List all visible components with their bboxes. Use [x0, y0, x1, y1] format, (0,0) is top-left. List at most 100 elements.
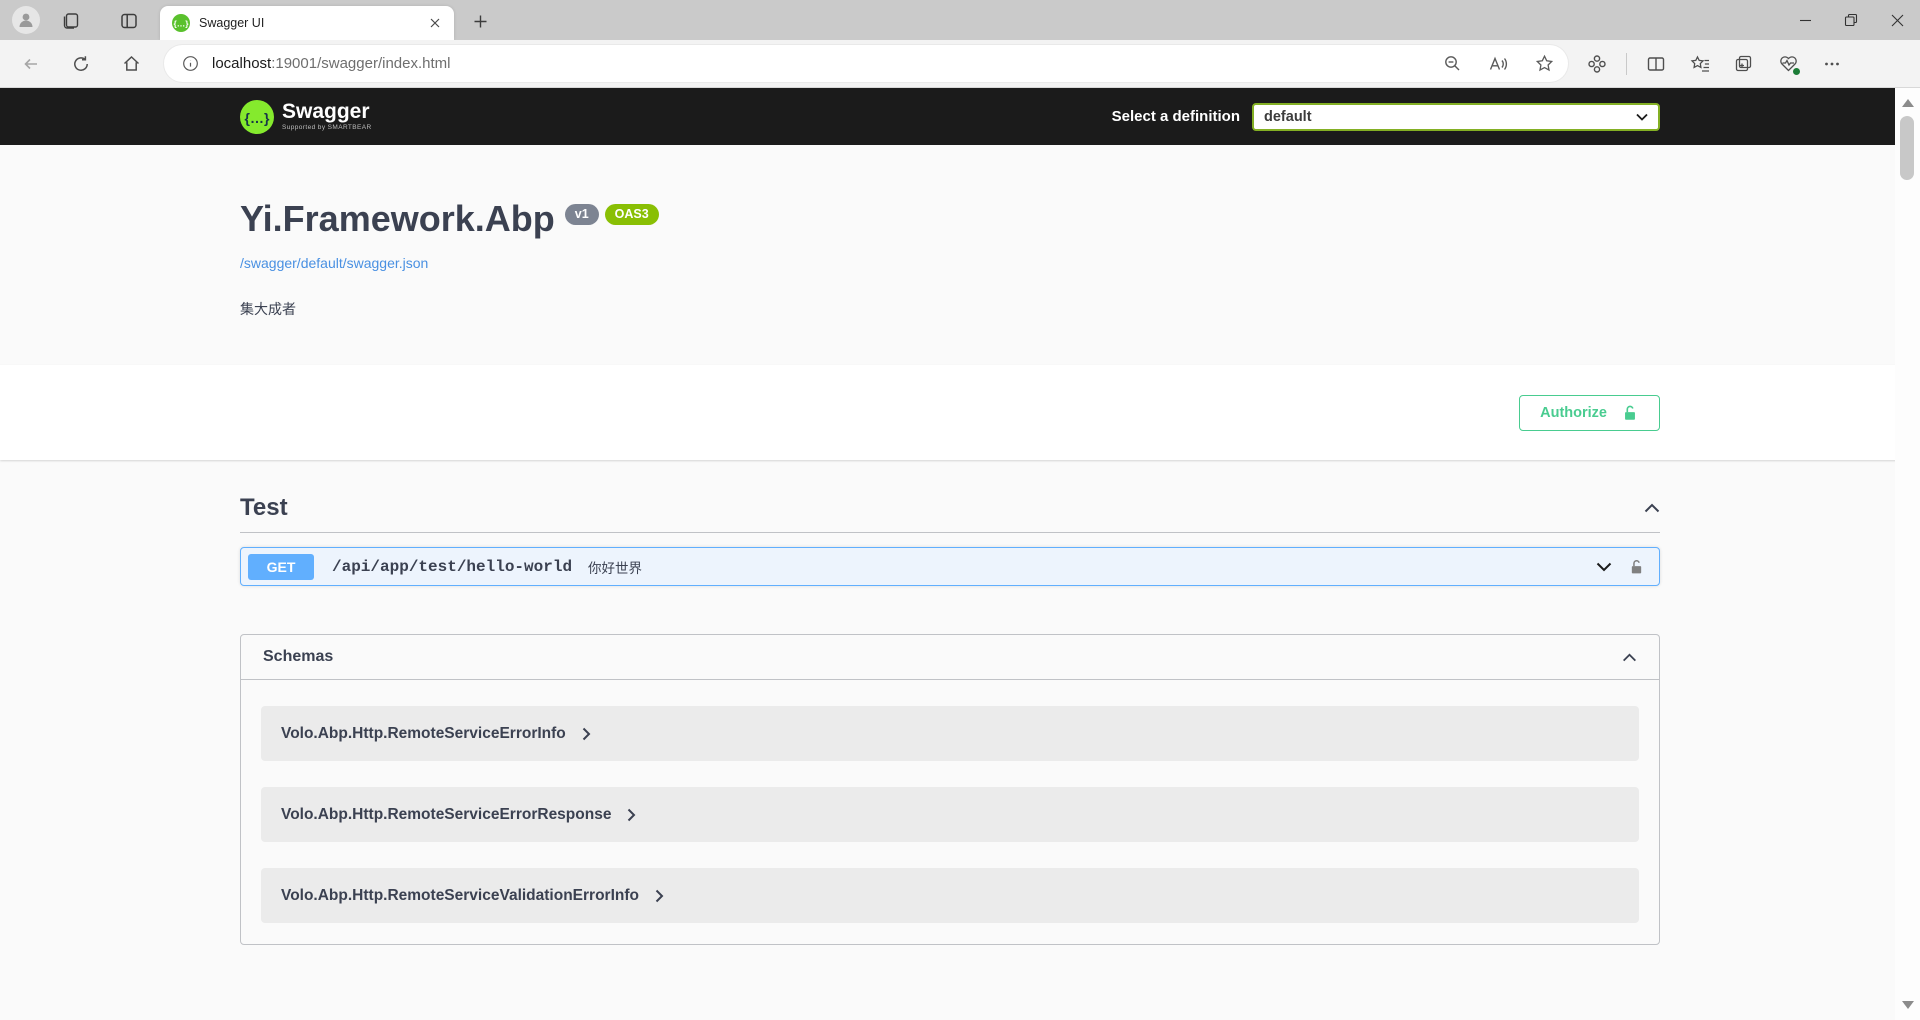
zoom-out-magnifier-icon — [1443, 54, 1462, 73]
site-info-button[interactable] — [178, 52, 202, 76]
window-controls — [1782, 0, 1920, 40]
operation-summary: 你好世界 — [588, 557, 642, 577]
definition-select-label: Select a definition — [1112, 108, 1240, 125]
url-host: localhost — [212, 55, 271, 72]
version-badge: v1 — [565, 204, 599, 225]
toolbar-divider — [1626, 53, 1627, 75]
scrollbar-down-button[interactable] — [1895, 994, 1920, 1016]
back-button[interactable] — [14, 47, 48, 81]
api-title-text: Yi.Framework.Abp — [240, 198, 555, 239]
schemas-section: Schemas Volo.Abp.Http.RemoteServiceError… — [240, 634, 1660, 945]
model-row-remote-service-validation-error-info[interactable]: Volo.Abp.Http.RemoteServiceValidationErr… — [261, 868, 1639, 923]
definition-select[interactable]: default — [1252, 103, 1660, 131]
model-row-remote-service-error-info[interactable]: Volo.Abp.Http.RemoteServiceErrorInfo — [261, 706, 1639, 761]
plus-icon — [473, 14, 488, 29]
swagger-logo[interactable]: {…} Swagger Supported by SMARTBEAR — [240, 100, 372, 134]
browser-essentials-button[interactable] — [1773, 49, 1803, 79]
read-aloud-icon — [1488, 55, 1508, 73]
close-icon — [1891, 14, 1904, 27]
page-title: Yi.Framework.Abp v1 OAS3 — [240, 197, 1660, 241]
model-name: Volo.Abp.Http.RemoteServiceErrorInfo — [281, 725, 566, 743]
extensions-icon — [1587, 54, 1607, 74]
swagger-logo-icon: {…} — [240, 100, 274, 134]
scrollbar-thumb[interactable] — [1900, 116, 1914, 180]
more-menu-button[interactable] — [1817, 49, 1847, 79]
chevron-up-icon[interactable] — [1622, 653, 1637, 662]
split-screen-button[interactable] — [1641, 49, 1671, 79]
model-name: Volo.Abp.Http.RemoteServiceErrorResponse — [281, 806, 611, 824]
favorites-button[interactable] — [1685, 49, 1715, 79]
chevron-up-icon[interactable] — [1644, 503, 1660, 513]
triangle-down-icon — [1902, 1001, 1914, 1009]
lock-open-icon[interactable] — [1628, 558, 1645, 576]
swagger-topbar: {…} Swagger Supported by SMARTBEAR Selec… — [0, 88, 1920, 145]
tab-actions-button[interactable] — [118, 10, 140, 32]
svg-text:{…}: {…} — [173, 19, 189, 29]
spec-link[interactable]: /swagger/default/swagger.json — [240, 255, 428, 271]
split-screen-icon — [1646, 54, 1666, 74]
tag-title: Test — [240, 494, 288, 522]
minimize-icon — [1799, 14, 1812, 27]
collections-button[interactable] — [1729, 49, 1759, 79]
triangle-up-icon — [1902, 99, 1914, 107]
chevron-right-icon — [627, 808, 636, 822]
toolbar-right-icons — [1568, 49, 1847, 79]
back-arrow-icon — [22, 55, 40, 73]
page-content: {…} Swagger Supported by SMARTBEAR Selec… — [0, 88, 1920, 1020]
favorites-star-list-icon — [1690, 54, 1711, 74]
refresh-icon — [72, 55, 90, 73]
more-dots-icon — [1823, 55, 1841, 73]
tag-section-test[interactable]: Test — [240, 494, 1660, 533]
swagger-logo-subtext: Supported by SMARTBEAR — [282, 124, 372, 131]
info-section: Yi.Framework.Abp v1 OAS3 /swagger/default/… — [0, 145, 1920, 365]
restore-button[interactable] — [1828, 0, 1874, 40]
swagger-wordmark: Swagger — [282, 102, 372, 122]
swagger-favicon-icon: {…} — [172, 14, 190, 32]
chevron-down-icon[interactable] — [1596, 562, 1612, 572]
oas3-badge: OAS3 — [605, 204, 659, 225]
home-button[interactable] — [114, 47, 148, 81]
browser-tab[interactable]: {…} Swagger UI — [160, 6, 454, 40]
tab-title: Swagger UI — [199, 16, 426, 30]
zoom-indicator-button[interactable] — [1438, 50, 1466, 78]
address-bar[interactable]: localhost:19001/swagger/index.html — [164, 45, 1568, 82]
operation-path: /api/app/test/hello-world — [332, 558, 572, 576]
essentials-status-badge — [1792, 67, 1801, 76]
refresh-button[interactable] — [64, 47, 98, 81]
model-name: Volo.Abp.Http.RemoteServiceValidationErr… — [281, 887, 639, 905]
tab-close-button[interactable] — [426, 14, 444, 32]
home-icon — [122, 54, 141, 73]
workspaces-button[interactable] — [60, 10, 82, 32]
favorite-star-button[interactable] — [1530, 50, 1558, 78]
chevron-right-icon — [582, 727, 591, 741]
extensions-button[interactable] — [1582, 49, 1612, 79]
new-tab-button[interactable] — [468, 9, 492, 33]
scrollbar-up-button[interactable] — [1895, 92, 1920, 114]
authorize-label: Authorize — [1540, 405, 1607, 421]
person-icon — [17, 11, 35, 29]
authorize-button[interactable]: Authorize — [1519, 395, 1660, 431]
schemas-header[interactable]: Schemas — [241, 635, 1659, 680]
chevron-right-icon — [655, 889, 664, 903]
chevron-down-icon — [1636, 113, 1648, 121]
collections-icon — [1734, 54, 1754, 74]
http-method-badge: GET — [248, 554, 314, 580]
operations-area: Test GET /api/app/test/hello-world 你好世界 — [240, 494, 1660, 945]
read-aloud-button[interactable] — [1484, 50, 1512, 78]
api-description: 集大成者 — [240, 299, 1660, 319]
browser-tab-strip: {…} Swagger UI — [0, 0, 1920, 40]
opblock-get-hello-world[interactable]: GET /api/app/test/hello-world 你好世界 — [240, 547, 1660, 586]
profile-button[interactable] — [12, 6, 40, 34]
selected-definition: default — [1264, 109, 1636, 125]
url-text: localhost:19001/swagger/index.html — [212, 55, 1420, 72]
close-window-button[interactable] — [1874, 0, 1920, 40]
svg-text:{…}: {…} — [245, 110, 270, 126]
info-icon — [182, 55, 199, 72]
restore-icon — [1844, 13, 1858, 27]
model-row-remote-service-error-response[interactable]: Volo.Abp.Http.RemoteServiceErrorResponse — [261, 787, 1639, 842]
page-scrollbar[interactable] — [1895, 88, 1920, 1020]
unlock-icon — [1621, 404, 1639, 422]
tab-layout-icon — [119, 11, 139, 31]
minimize-button[interactable] — [1782, 0, 1828, 40]
close-icon — [430, 18, 440, 28]
